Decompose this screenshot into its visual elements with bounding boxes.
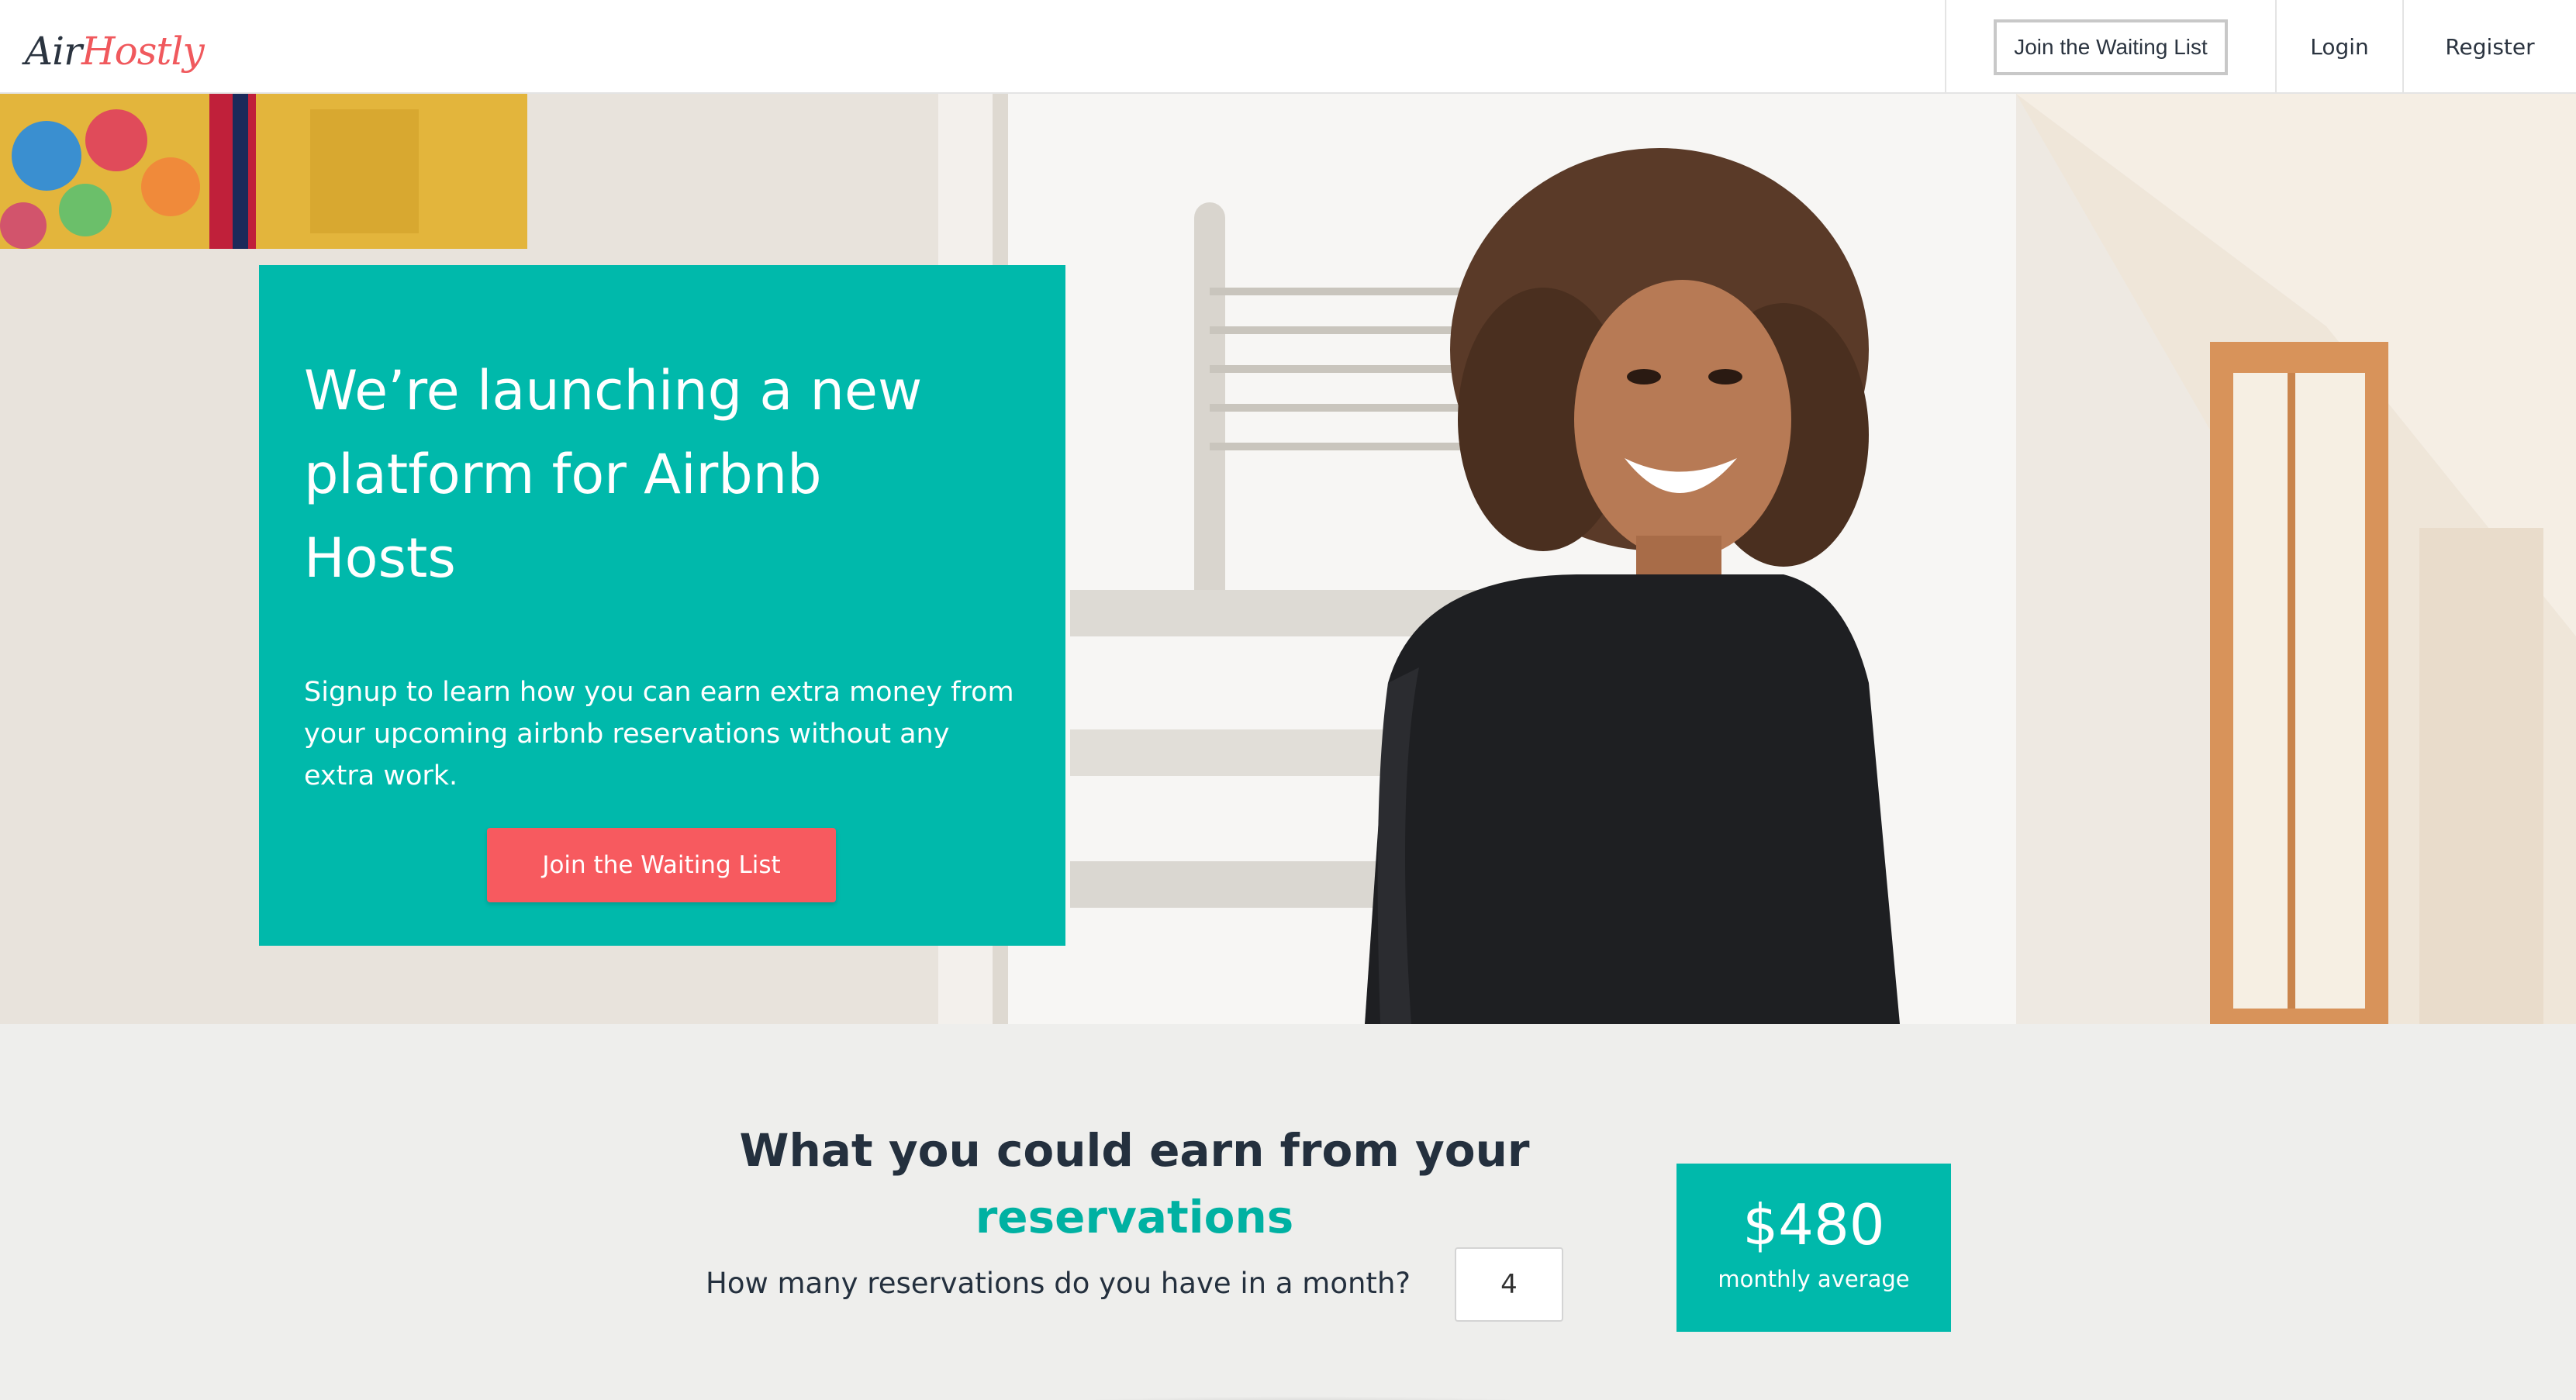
earnings-heading-part-1: What you could earn from your	[739, 1124, 1530, 1177]
nav-waiting-cell: Join the Waiting List	[1945, 0, 2275, 94]
logo-part-hostly: Hostly	[81, 29, 205, 74]
hero-join-waiting-list-button[interactable]: Join the Waiting List	[487, 828, 836, 902]
hero-title-line-1: We’re launching a new	[304, 359, 923, 422]
hero-card: We’re launching a new platform for Airbn…	[259, 265, 1065, 946]
hero-subtitle: Signup to learn how you can earn extra m…	[304, 677, 1014, 791]
logo-part-air: Air	[25, 29, 82, 74]
earnings-amount-label: monthly average	[1718, 1266, 1910, 1292]
nav-register-link[interactable]: Register	[2402, 0, 2576, 94]
hero-title-line-3: Hosts	[304, 526, 456, 590]
airhostly-logo[interactable]: AirHostly	[25, 20, 205, 82]
reservations-count-input[interactable]	[1455, 1247, 1563, 1322]
nav-login-link[interactable]: Login	[2275, 0, 2402, 94]
reservations-question-label: How many reservations do you have in a m…	[706, 1267, 1411, 1300]
earnings-amount: $480	[1742, 1192, 1885, 1257]
hero-section: We’re launching a new platform for Airbn…	[0, 94, 2576, 1024]
monthly-earnings-box: $480 monthly average	[1676, 1164, 1951, 1332]
earnings-section: What you could earn from your reservatio…	[0, 1024, 2576, 1400]
nav-join-waiting-list-button[interactable]: Join the Waiting List	[1994, 19, 2228, 75]
hero-title: We’re launching a new platform for Airbn…	[304, 349, 1020, 600]
earnings-heading-accent: reservations	[975, 1191, 1294, 1243]
hero-title-line-2: platform for Airbnb	[304, 443, 822, 506]
earnings-heading: What you could earn from your reservatio…	[620, 1117, 1649, 1250]
nav-links: Join the Waiting List Login Register	[1945, 0, 2576, 94]
section-shadow-divider	[1039, 1396, 1566, 1400]
top-navbar: AirHostly Join the Waiting List Login Re…	[0, 0, 2576, 94]
